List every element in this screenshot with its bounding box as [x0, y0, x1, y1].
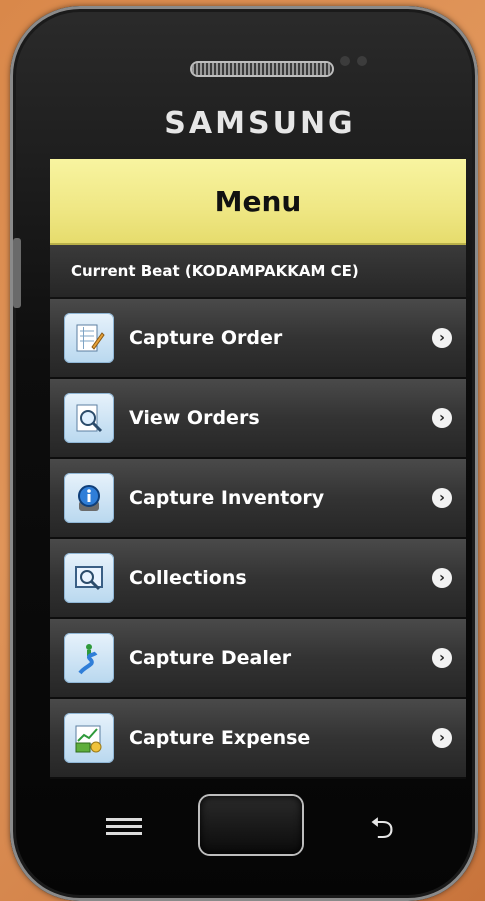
magnifier-document-icon: [64, 393, 114, 443]
chevron-right-icon: ›: [432, 568, 452, 588]
menu-item-label: Capture Inventory: [129, 487, 325, 509]
road-person-icon: [64, 633, 114, 683]
menu-item-label: Capture Dealer: [129, 647, 292, 669]
menu-key-icon[interactable]: [106, 814, 142, 835]
chevron-right-icon: ›: [432, 648, 452, 668]
menu-item-label: Capture Expense: [129, 727, 311, 749]
brand-logo: SAMSUNG: [164, 106, 356, 141]
order-form-icon: [64, 313, 114, 363]
menu-item-capture-dealer[interactable]: Capture Dealer ›: [50, 619, 466, 699]
earpiece-speaker: [192, 63, 332, 75]
menu-item-label: View Orders: [129, 407, 260, 429]
search-monitor-icon: [64, 553, 114, 603]
menu-item-label: Capture Order: [129, 327, 283, 349]
chevron-right-icon: ›: [432, 408, 452, 428]
chevron-right-icon: ›: [432, 328, 452, 348]
menu-item-collections[interactable]: Collections ›: [50, 539, 466, 619]
home-button[interactable]: [200, 796, 302, 854]
menu-item-capture-inventory[interactable]: Capture Inventory ›: [50, 459, 466, 539]
current-beat-label: Current Beat (KODAMPAKKAM CE): [71, 262, 359, 280]
info-icon: [64, 473, 114, 523]
hardware-keys: ⮌: [10, 786, 478, 886]
page-title: Menu: [214, 184, 302, 218]
phone-frame: SAMSUNG Menu Current Beat (KODAMPAKKAM C…: [10, 6, 478, 901]
app-screen: Menu Current Beat (KODAMPAKKAM CE) Captu…: [50, 159, 466, 779]
sensor-dot: [357, 56, 367, 66]
chevron-right-icon: ›: [432, 488, 452, 508]
back-arrow-icon[interactable]: ⮌: [360, 806, 404, 846]
title-bar: Menu: [50, 159, 466, 245]
sensor-dot: [340, 56, 350, 66]
menu-item-label: Collections: [129, 567, 247, 589]
volume-button[interactable]: [13, 238, 21, 308]
money-chart-icon: [64, 713, 114, 763]
chevron-right-icon: ›: [432, 728, 452, 748]
menu-item-view-orders[interactable]: View Orders ›: [50, 379, 466, 459]
menu-item-capture-order[interactable]: Capture Order ›: [50, 299, 466, 379]
menu-item-capture-expense[interactable]: Capture Expense ›: [50, 699, 466, 779]
current-beat-header: Current Beat (KODAMPAKKAM CE): [50, 245, 466, 299]
